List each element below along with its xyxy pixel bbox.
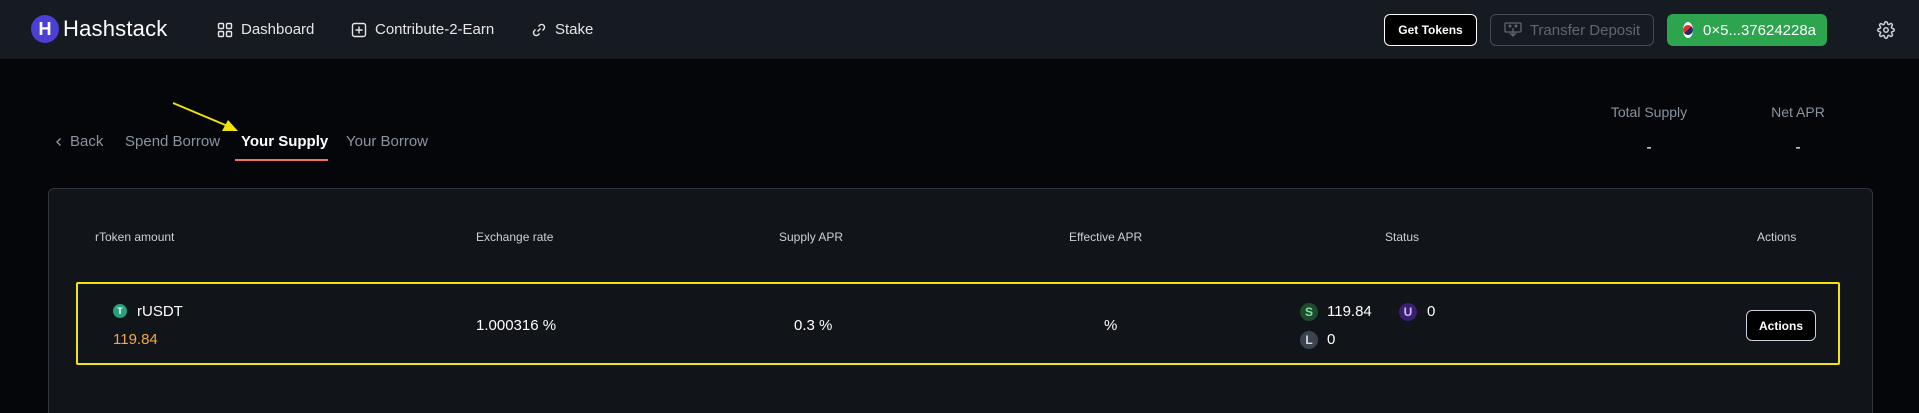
annotation-arrow xyxy=(172,102,238,131)
nav-dashboard-label: Dashboard xyxy=(241,21,315,38)
table-row xyxy=(76,282,1840,365)
wallet-address: 0×5...37624228a xyxy=(1703,21,1817,39)
status-u-badge: U xyxy=(1399,303,1417,321)
token-amount: 119.84 xyxy=(113,331,158,348)
back-link[interactable]: Back xyxy=(70,133,103,150)
app-name: Hashstack xyxy=(63,16,168,41)
token-name: rUSDT xyxy=(137,303,183,320)
hashstack-logo[interactable]: H Hashstack xyxy=(31,15,168,43)
transfer-deposit-button[interactable]: Transfer Deposit xyxy=(1490,14,1654,46)
header-rtoken-amount: rToken amount xyxy=(95,230,175,244)
chevron-left-icon[interactable] xyxy=(55,137,63,147)
actions-button[interactable]: Actions xyxy=(1746,310,1816,341)
net-apr-label: Net APR xyxy=(1771,104,1825,120)
total-supply-label: Total Supply xyxy=(1610,104,1688,120)
active-tab-indicator xyxy=(235,159,328,161)
supply-apr-value: 0.3 % xyxy=(794,317,833,334)
get-tokens-button[interactable]: Get Tokens xyxy=(1384,14,1477,46)
total-supply-value: - xyxy=(1646,139,1652,156)
top-navbar: H Hashstack Dashboard Contribute-2-Earn … xyxy=(0,0,1919,59)
link-icon xyxy=(532,23,546,36)
chevron-down-icon xyxy=(1816,29,1817,31)
exchange-rate-value: 1.000316 % xyxy=(476,317,557,334)
tether-icon: T xyxy=(113,304,127,318)
gear-icon[interactable] xyxy=(1877,21,1895,39)
status-s-value: 119.84 xyxy=(1327,303,1372,320)
wallet-button[interactable]: 0×5...37624228a xyxy=(1667,14,1827,46)
logo-mark-icon: H xyxy=(31,15,59,43)
nav-dashboard[interactable]: Dashboard xyxy=(217,21,314,38)
tab-your-borrow[interactable]: Your Borrow xyxy=(346,133,428,150)
transfer-deposit-label: Transfer Deposit xyxy=(1529,21,1641,39)
wallet-network-icon xyxy=(1683,22,1693,38)
header-exchange-rate: Exchange rate xyxy=(476,230,554,244)
effective-apr-value: % xyxy=(1104,317,1118,334)
status-l-badge: L xyxy=(1300,331,1318,349)
nav-contribute-2-earn[interactable]: Contribute-2-Earn xyxy=(351,21,494,38)
header-supply-apr: Supply APR xyxy=(779,230,844,244)
header-actions: Actions xyxy=(1757,230,1797,244)
status-s-badge: S xyxy=(1300,303,1318,321)
status-l-value: 0 xyxy=(1327,331,1336,348)
plus-square-icon xyxy=(351,22,367,37)
header-effective-apr: Effective APR xyxy=(1069,230,1143,244)
nav-contribute-label: Contribute-2-Earn xyxy=(375,21,495,38)
header-status: Status xyxy=(1385,230,1420,244)
nav-stake-label: Stake xyxy=(555,21,594,38)
tab-your-supply[interactable]: Your Supply xyxy=(241,133,328,150)
grid-icon xyxy=(217,22,233,37)
nav-stake[interactable]: Stake xyxy=(531,21,593,38)
net-apr-value: - xyxy=(1795,139,1801,156)
transfer-icon xyxy=(1504,22,1522,37)
status-u-value: 0 xyxy=(1427,303,1436,320)
